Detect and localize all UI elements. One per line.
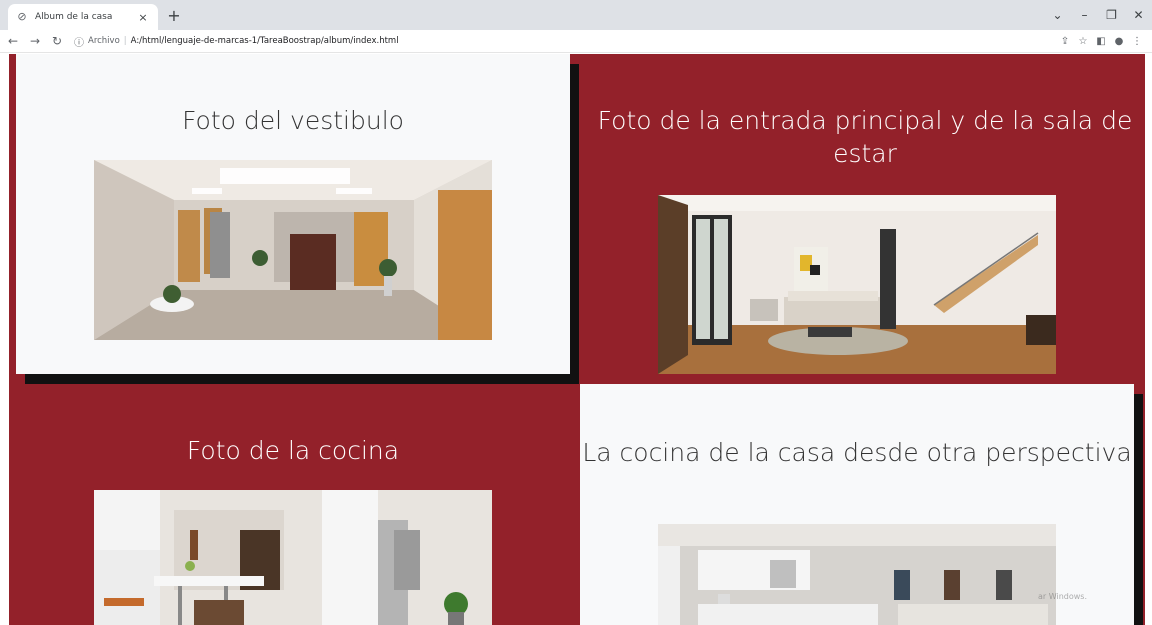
album-grid: Foto del vestibulo Foto de la entrada pr…	[9, 54, 1145, 625]
menu-icon[interactable]: ⋮	[1128, 36, 1146, 47]
url-scheme-label: Archivo	[88, 36, 120, 46]
globe-icon: ⊘	[17, 10, 27, 23]
close-tab-icon[interactable]: ×	[136, 11, 150, 24]
url-text[interactable]: A:/html/lenguaje-de-marcas-1/TareaBoostr…	[131, 36, 399, 46]
address-bar[interactable]: ⓘ Archivo | A:/html/lenguaje-de-marcas-1…	[74, 32, 1056, 50]
windows-activation-watermark: ar Windows.	[1038, 592, 1087, 601]
browser-tab[interactable]: ⊘ Album de la casa ×	[8, 4, 158, 30]
toolbar-actions: ⇪ ☆ ◧ ● ⋮	[1056, 36, 1146, 47]
photo-cocina	[94, 490, 492, 625]
card-title: La cocina de la casa desde otra perspect…	[582, 438, 1132, 467]
share-icon[interactable]: ⇪	[1056, 36, 1074, 47]
card-title: Foto de la entrada principal y de la sal…	[597, 106, 1133, 168]
card-title: Foto del vestibulo	[182, 106, 404, 135]
back-icon[interactable]: ←	[4, 34, 22, 48]
card-vestibulo: Foto del vestibulo	[16, 54, 570, 374]
tab-title: Album de la casa	[35, 12, 113, 22]
forward-icon[interactable]: →	[26, 34, 44, 48]
profile-icon[interactable]: ●	[1110, 36, 1128, 47]
info-icon[interactable]: ⓘ	[74, 34, 84, 49]
side-panel-icon[interactable]: ◧	[1092, 36, 1110, 47]
photo-vestibulo	[94, 160, 492, 340]
tab-search-icon[interactable]: ⌄	[1044, 8, 1071, 22]
page-viewport: Foto del vestibulo Foto de la entrada pr…	[0, 54, 1152, 625]
bookmark-star-icon[interactable]: ☆	[1074, 36, 1092, 47]
card-title: Foto de la cocina	[186, 436, 400, 465]
reload-icon[interactable]: ↻	[48, 34, 66, 48]
window-controls: ⌄ – ❐ ✕	[1044, 0, 1152, 30]
browser-toolbar: ← → ↻ ⓘ Archivo | A:/html/lenguaje-de-ma…	[0, 30, 1152, 53]
photo-cocina-perspectiva	[658, 524, 1056, 625]
card-cocina: Foto de la cocina	[16, 384, 570, 625]
new-tab-button[interactable]: +	[164, 6, 184, 26]
minimize-button[interactable]: –	[1071, 8, 1098, 22]
card-entrada: Foto de la entrada principal y de la sal…	[595, 54, 1135, 384]
url-separator: |	[123, 36, 127, 46]
close-window-button[interactable]: ✕	[1125, 8, 1152, 22]
photo-entrada	[658, 195, 1056, 374]
restore-button[interactable]: ❐	[1098, 8, 1125, 22]
card-cocina-perspectiva: La cocina de la casa desde otra perspect…	[580, 384, 1134, 625]
browser-tab-strip: ⊘ Album de la casa × + ⌄ – ❐ ✕	[0, 0, 1152, 30]
